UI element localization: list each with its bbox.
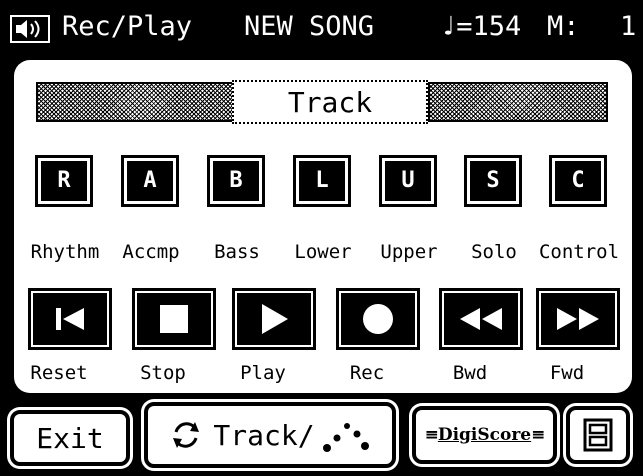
record-icon [361,302,395,336]
transport-label: Stop [140,362,186,384]
play-button[interactable] [232,288,316,350]
reset-button[interactable] [28,288,112,350]
exit-label: Exit [36,421,104,455]
track-key: C [571,168,585,193]
section-title: Track [232,80,428,124]
digiscore-label-suffix: ≡ [531,425,545,445]
transport-label: Fwd [549,362,585,384]
track-header-bar-right [428,82,608,122]
track-key: U [401,168,415,193]
track-button-bass[interactable]: B [207,155,265,207]
track-button-rhythm[interactable]: R [35,155,93,207]
track-label: Control [538,241,620,263]
menu-icon [583,418,613,452]
notes-dots-icon [322,423,369,452]
title-bar: Rec/Play NEW SONG ♩=154 M: 1 [0,0,643,60]
track-button-upper[interactable]: U [379,155,437,207]
track-key: B [229,168,243,193]
mode-title: Rec/Play [62,11,193,42]
exit-button[interactable]: Exit [10,410,130,466]
track-label: Lower [294,241,352,263]
speaker-icon [10,15,50,43]
track-view-button[interactable]: Track/ [144,402,396,468]
track-button-control[interactable]: C [549,155,607,207]
measure-label: M: [547,11,580,42]
song-name: NEW SONG [244,11,375,42]
tempo: ♩=154 [440,11,522,42]
transport-label: Rec [349,362,385,384]
reset-icon [50,304,90,334]
track-label: Accmp [122,241,180,263]
track-key: A [143,168,157,193]
fwd-button[interactable] [536,288,620,350]
digiscore-label-prefix: ≡ [424,425,439,445]
track-view-label: Track/ [213,418,315,452]
digiscore-label: DigiScore [437,425,532,445]
transport-label: Reset [30,362,88,384]
track-header-bar-left [36,82,246,122]
track-button-accmp[interactable]: A [121,155,179,207]
track-label: Solo [471,241,517,263]
rec-button[interactable] [336,288,420,350]
bwd-button[interactable] [439,288,523,350]
rewind-icon [458,305,504,333]
track-key: L [315,168,329,193]
stop-icon [158,303,190,335]
track-key: S [486,168,500,193]
track-panel: Track R Rhythm A Accmp B Bass L Lower U Upper S Sol… [14,60,632,393]
track-label: Upper [380,241,438,263]
menu-button[interactable] [566,406,630,464]
transport-label: Bwd [452,362,488,384]
transport-label: Play [240,362,286,384]
stop-button[interactable] [132,288,216,350]
track-label: Bass [214,241,260,263]
digiscore-button[interactable]: ≡ DigiScore ≡ [412,406,557,464]
measure-value: 1 [620,11,637,42]
track-label: Rhythm [30,241,100,263]
track-button-solo[interactable]: S [464,155,522,207]
track-key: R [57,168,71,193]
fast-forward-icon [555,305,601,333]
track-button-lower[interactable]: L [293,155,351,207]
play-icon [258,302,290,336]
refresh-icon [173,422,200,448]
